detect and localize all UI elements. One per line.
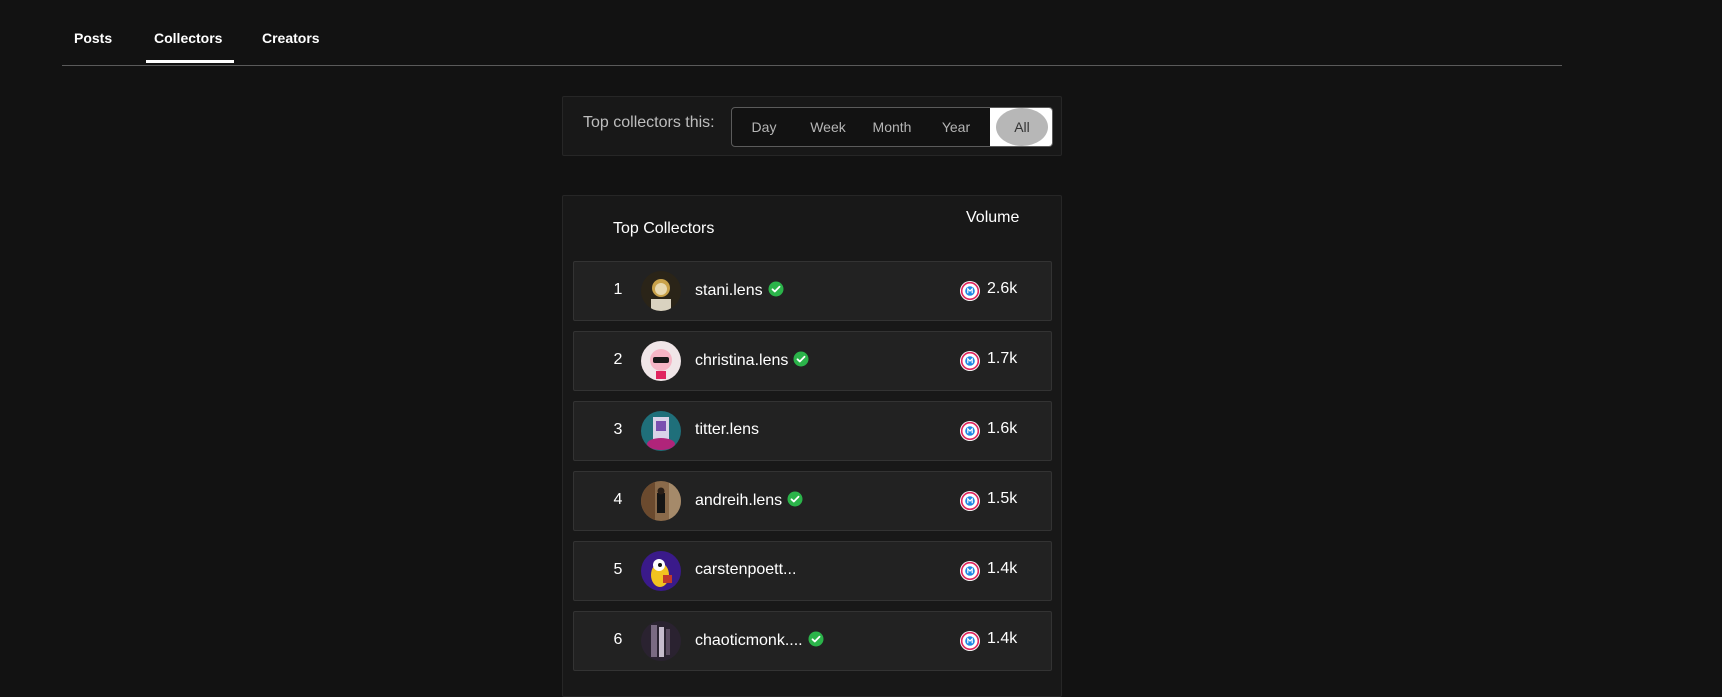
verified-check-icon	[787, 491, 803, 507]
volume-value: 1.4k	[987, 630, 1018, 647]
username[interactable]: stani.lens	[695, 281, 784, 300]
tab-creators[interactable]: Creators	[262, 28, 320, 48]
filter-year-button[interactable]: Year	[924, 108, 988, 146]
avatar[interactable]	[641, 621, 681, 661]
collect-token-icon	[960, 281, 980, 301]
panel-title: Top Collectors	[613, 220, 715, 237]
avatar[interactable]	[641, 551, 681, 591]
tab-collectors[interactable]: Collectors	[154, 28, 222, 48]
rank-number: 1	[613, 281, 623, 298]
verified-check-icon	[768, 281, 784, 297]
profile-tabs: Posts Collectors Creators	[62, 0, 1562, 66]
filter-week-button[interactable]: Week	[796, 108, 860, 146]
collector-row[interactable]: 6 chaoticmonk.... 1.4k	[573, 611, 1052, 671]
volume-value: 2.6k	[987, 280, 1018, 297]
collect-token-icon	[960, 631, 980, 651]
collector-row[interactable]: 3 titter.lens 1.6k	[573, 401, 1052, 461]
collector-row[interactable]: 1 stani.lens 2.6k	[573, 261, 1052, 321]
filter-month-button[interactable]: Month	[860, 108, 924, 146]
avatar[interactable]	[641, 341, 681, 381]
avatar[interactable]	[641, 271, 681, 311]
filter-day-button[interactable]: Day	[732, 108, 796, 146]
top-collectors-panel: Top Collectors Volume 1 stani.lens 2.6k …	[562, 195, 1062, 697]
tab-posts[interactable]: Posts	[74, 28, 112, 48]
collector-row[interactable]: 5 carstenpoett... 1.4k	[573, 541, 1052, 601]
username[interactable]: christina.lens	[695, 351, 809, 370]
volume-value: 1.6k	[987, 420, 1018, 437]
time-filter-panel: Top collectors this: Day Week Month Year…	[562, 96, 1062, 156]
filter-label: Top collectors this:	[583, 114, 715, 131]
rank-number: 5	[613, 561, 623, 578]
username[interactable]: andreih.lens	[695, 491, 803, 510]
time-range-segmented-control: Day Week Month Year All	[731, 107, 1053, 147]
verified-check-icon	[808, 631, 824, 647]
avatar[interactable]	[641, 411, 681, 451]
volume-value: 1.4k	[987, 560, 1018, 577]
verified-check-icon	[793, 351, 809, 367]
collect-token-icon	[960, 491, 980, 511]
collector-row[interactable]: 4 andreih.lens 1.5k	[573, 471, 1052, 531]
username[interactable]: titter.lens	[695, 421, 759, 439]
rank-number: 6	[613, 631, 623, 648]
rank-number: 4	[613, 491, 623, 508]
rank-number: 2	[613, 351, 623, 368]
collect-token-icon	[960, 561, 980, 581]
filter-all-label: All	[996, 108, 1048, 146]
collect-token-icon	[960, 421, 980, 441]
username[interactable]: chaoticmonk....	[695, 631, 824, 650]
rank-number: 3	[613, 421, 623, 438]
volume-value: 1.7k	[987, 350, 1018, 367]
username[interactable]: carstenpoett...	[695, 561, 796, 579]
filter-all-button[interactable]: All	[990, 108, 1052, 146]
active-tab-indicator	[146, 60, 234, 63]
volume-header: Volume	[966, 209, 1020, 226]
volume-value: 1.5k	[987, 490, 1018, 507]
collector-row[interactable]: 2 christina.lens 1.7k	[573, 331, 1052, 391]
collect-token-icon	[960, 351, 980, 371]
avatar[interactable]	[641, 481, 681, 521]
